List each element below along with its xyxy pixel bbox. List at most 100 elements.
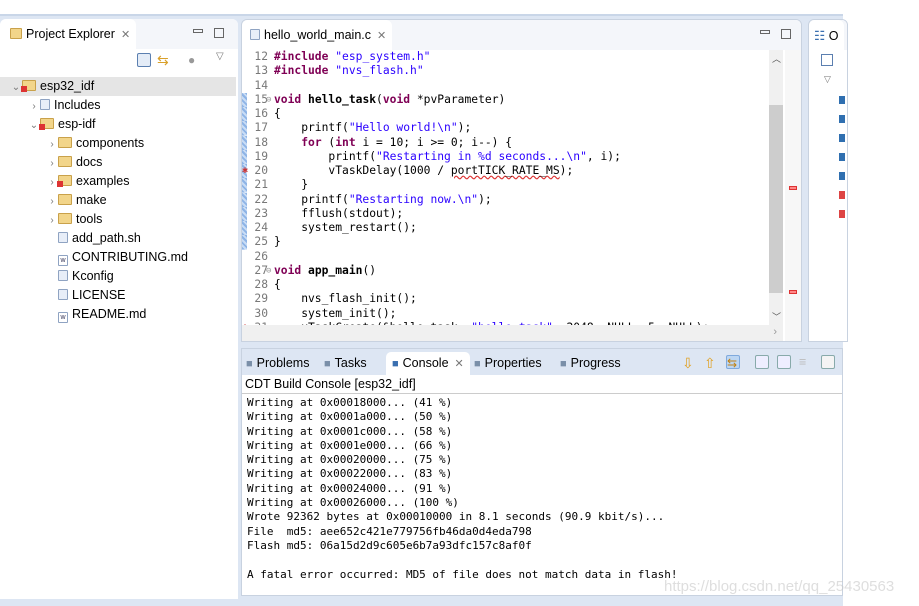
string-literal: "Restarting now.\n" <box>348 192 479 206</box>
c-file-icon <box>250 29 260 40</box>
code-line: 18 for (int i = 10; i >= 0; i--) { <box>242 135 767 150</box>
code-line: 16{ <box>242 107 767 122</box>
line-number: 19 <box>242 149 274 164</box>
tree-item[interactable]: ⌄ esp-idf <box>0 115 236 134</box>
view-menu-icon[interactable]: ▽ <box>216 51 230 65</box>
horizontal-scrollbar[interactable]: › <box>242 325 783 341</box>
chevron-right-icon[interactable]: › <box>46 135 58 154</box>
line-number: 25 <box>242 235 274 250</box>
file-icon <box>58 232 68 243</box>
scroll-right-icon[interactable]: › <box>773 326 777 338</box>
close-icon[interactable]: ✕ <box>121 29 130 41</box>
keyword: void <box>382 92 411 106</box>
chevron-right-icon[interactable]: › <box>46 154 58 173</box>
tree-item[interactable]: add_path.sh <box>0 229 236 248</box>
tab-progress[interactable]: ■ Progress <box>560 352 621 375</box>
tree-item-label: Includes <box>54 98 101 112</box>
tree-item[interactable]: › docs <box>0 153 236 172</box>
link-with-editor-icon[interactable]: ⇆ <box>157 53 171 67</box>
function-error-icon[interactable] <box>839 191 845 199</box>
word-wrap-icon[interactable]: ≡ <box>799 355 813 369</box>
chevron-right-icon[interactable]: › <box>46 211 58 230</box>
tree-item[interactable]: LICENSE <box>0 286 236 305</box>
console-line: File md5: aee652c421e779756fb46da0d4eda7… <box>247 524 532 538</box>
minimize-button[interactable] <box>193 29 203 33</box>
function-error-icon[interactable] <box>839 210 845 218</box>
code-text: *pvParameter) <box>410 92 506 106</box>
tab-problems[interactable]: ■ Problems <box>246 352 309 375</box>
expand-icon[interactable]: ▽ <box>824 74 831 85</box>
tab-properties[interactable]: ■ Properties <box>474 352 542 375</box>
console-title: CDT Build Console [esp32_idf] <box>242 375 842 394</box>
tree-item[interactable]: › examples <box>0 172 236 191</box>
filter-icon[interactable]: ● <box>188 53 202 67</box>
tree-item[interactable]: w README.md <box>0 305 236 324</box>
code-text: , i); <box>586 149 621 163</box>
tree-item[interactable]: › components <box>0 134 236 153</box>
string-literal: "esp_system.h" <box>335 50 431 63</box>
string-literal: "Restarting in %d seconds...\n" <box>376 149 587 163</box>
tree-item-label: README.md <box>72 307 147 321</box>
code-editor[interactable]: 12 #include "esp_system.h" 13 #include "nvs… <box>242 50 767 325</box>
tab-tasks[interactable]: ■ Tasks <box>324 352 367 375</box>
chevron-right-icon[interactable]: › <box>28 97 40 116</box>
line-number: 18 <box>242 135 274 150</box>
include-icon[interactable] <box>839 134 845 142</box>
tree-item[interactable]: w CONTRIBUTING.md <box>0 248 236 267</box>
outline-icon: ☷ <box>814 29 826 43</box>
tab-label: Progress <box>570 356 621 370</box>
tab-project-explorer[interactable]: Project Explorer ✕ <box>0 19 137 49</box>
fold-icon[interactable]: ⊖ <box>266 264 271 278</box>
close-icon[interactable]: ✕ <box>377 30 386 42</box>
maximize-button[interactable] <box>214 28 224 38</box>
tree-item[interactable]: › Includes <box>0 96 236 115</box>
tree-item[interactable]: ⌄ esp32_idf <box>0 77 236 96</box>
maximize-button[interactable] <box>781 29 791 39</box>
tree-item-label: examples <box>76 174 130 188</box>
console-line: Writing at 0x0001c000... (58 %) <box>247 424 453 438</box>
include-icon[interactable] <box>839 172 845 180</box>
project-explorer-header: Project Explorer ✕ <box>0 19 238 49</box>
include-icon[interactable] <box>839 153 845 161</box>
pin-console-icon[interactable] <box>755 355 769 369</box>
keyword: int <box>335 135 356 149</box>
tree-item[interactable]: Kconfig <box>0 267 236 286</box>
console-output[interactable]: Writing at 0x00018000... (41 %) Writing a… <box>242 394 842 582</box>
clear-console-icon[interactable] <box>821 355 835 369</box>
chevron-right-icon[interactable]: › <box>46 192 58 211</box>
console-panel: ⇩ ⇧ ⇆ ≡ ■ Problems ■ Tasks ■ Console ✕ ■ Propert… <box>241 348 843 596</box>
scroll-up-icon[interactable]: ︿ <box>772 52 781 65</box>
scroll-down-icon[interactable]: ﹀ <box>772 310 781 323</box>
tree-item[interactable]: › make <box>0 191 236 210</box>
include-icon[interactable] <box>839 115 845 123</box>
properties-icon: ■ <box>474 358 481 370</box>
scroll-lock-icon[interactable]: ⇆ <box>726 355 740 370</box>
code-line: 19 printf("Restarting in %d seconds...\n… <box>242 149 767 164</box>
minimize-button[interactable] <box>760 30 770 34</box>
scrollbar-thumb[interactable] <box>769 105 783 293</box>
tab-outline[interactable]: ☷ O <box>809 20 845 50</box>
outline-items <box>839 96 845 218</box>
bug-marker-icon[interactable]: ✱ <box>242 164 248 178</box>
code-text: vTaskDelay(1000 / <box>274 164 451 177</box>
collapse-all-icon[interactable] <box>137 53 151 67</box>
close-icon[interactable]: ✕ <box>455 358 464 370</box>
error-marker[interactable] <box>789 186 797 190</box>
scroll-next-icon[interactable]: ⇩ <box>682 355 696 371</box>
collapse-all-icon[interactable] <box>821 54 833 66</box>
fold-icon[interactable]: ⊖ <box>266 93 271 107</box>
tab-hello-world-main-c[interactable]: hello_world_main.c ✕ <box>242 20 393 50</box>
vertical-scrollbar[interactable]: ︿ ﹀ <box>769 50 783 325</box>
include-icon[interactable] <box>839 96 845 104</box>
scroll-prev-icon[interactable]: ⇧ <box>704 355 718 371</box>
tree-item[interactable]: › tools <box>0 210 236 229</box>
code-text: system_restart(); <box>274 221 417 234</box>
problems-icon: ■ <box>246 358 253 370</box>
code-line: 14 <box>242 79 767 93</box>
tab-console[interactable]: ■ Console ✕ <box>386 352 470 375</box>
code-text: { <box>274 107 281 120</box>
lock-console-icon[interactable] <box>777 355 791 369</box>
code-line: 26 <box>242 250 767 264</box>
code-text: nvs_flash_init(); <box>274 292 417 306</box>
error-marker[interactable] <box>789 290 797 294</box>
